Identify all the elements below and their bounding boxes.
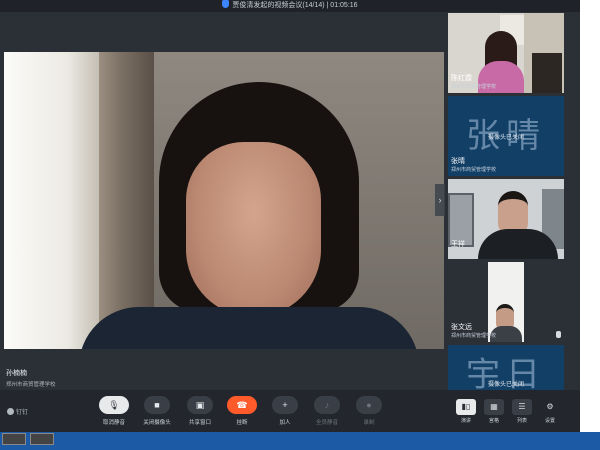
participant-name: 张文远 [451, 324, 472, 331]
participant-tile[interactable]: 宇日 摄像头已关闭 [448, 345, 564, 390]
speaker-tag: 孙楠楠 郑州市商贸管理学校 [6, 368, 56, 388]
next-page-arrow[interactable]: › [435, 184, 445, 216]
speaker-org: 郑州市商贸管理学校 [6, 382, 56, 388]
participant-tile[interactable]: 王祥 [448, 179, 564, 259]
meeting-window: 贾俊清发起的视频会议(14/14) | 01:05:16 › 孙楠楠 郑州市商贸… [0, 0, 580, 432]
list-layout-icon: ☰ [512, 399, 532, 415]
shield-icon [222, 0, 230, 8]
camera-off-status: 摄像头已关闭 [487, 135, 524, 141]
camera-off-button[interactable]: ■ 关闭摄像头 [137, 396, 177, 426]
hangup-icon: ☎ [227, 396, 257, 414]
participant-tile[interactable]: 陈红霞 郑州市商贸管理学校 [448, 13, 564, 93]
participant-org: 郑州市商贸管理学校 [451, 333, 497, 339]
layout-label: 设置 [544, 418, 555, 424]
mute-all-icon: ♪ [314, 396, 340, 414]
video-window-light [4, 52, 109, 349]
speaker-layout-icon: ▮▯ [456, 399, 476, 415]
title-bar: 贾俊清发起的视频会议(14/14) | 01:05:16 [0, 0, 580, 12]
grid-layout-button[interactable]: ▦ 宫格 [482, 399, 506, 424]
button-label: 共享窗口 [188, 420, 211, 426]
button-label: 录制 [363, 420, 375, 426]
speaker-name: 孙楠楠 [6, 370, 27, 377]
share-icon: ▣ [187, 396, 213, 414]
window-title: 贾俊清发起的视频会议(14/14) | 01:05:16 [232, 2, 358, 9]
button-label: 挂断 [236, 420, 248, 426]
participant-name: 王祥 [451, 241, 465, 248]
hangup-button[interactable]: ☎ 挂断 [222, 396, 262, 426]
os-taskbar [0, 432, 600, 450]
mute-all-button[interactable]: ♪ 全员静音 [307, 396, 347, 426]
add-person-icon: + [272, 396, 298, 414]
layout-label: 列表 [516, 418, 527, 424]
share-window-button[interactable]: ▣ 共享窗口 [180, 396, 220, 426]
grid-layout-icon: ▦ [484, 399, 504, 415]
meeting-toolbar: 钉钉 🎙 取消静音 ■ 关闭摄像头 ▣ 共享窗口 ☎ 挂断 + 加人 ♪ 全员静… [0, 390, 580, 432]
mic-icon: 🎙 [99, 396, 129, 414]
chair [532, 53, 562, 93]
button-label: 关闭摄像头 [143, 420, 171, 426]
speaker-layout-button[interactable]: ▮▯ 演讲 [454, 399, 478, 424]
brand-label: 钉钉 [16, 410, 29, 416]
settings-button[interactable]: ⚙ 设置 [538, 399, 562, 424]
camera-off-status: 摄像头已关闭 [487, 382, 524, 388]
participant-org: 郑州市商贸管理学校 [451, 84, 497, 90]
taskbar-thumbnail[interactable] [30, 433, 54, 445]
video-curtain [99, 52, 154, 349]
button-label: 全员静音 [315, 420, 338, 426]
mic-icon [556, 331, 561, 338]
participant-name: 陈红霞 [451, 75, 472, 82]
brand: 钉钉 [7, 407, 28, 416]
layout-label: 宫格 [488, 418, 499, 424]
main-video[interactable] [4, 52, 444, 349]
chevron-right-icon: › [438, 195, 442, 205]
button-label: 取消静音 [102, 420, 125, 426]
layout-label: 演讲 [460, 418, 471, 424]
speaker-face [186, 142, 321, 317]
participant-tile[interactable]: 张晴 摄像头已关闭 张晴 郑州市商贸管理学校 [448, 96, 564, 176]
button-label: 加人 [279, 420, 291, 426]
add-person-button[interactable]: + 加人 [265, 396, 305, 426]
taskbar-thumbnail[interactable] [2, 433, 26, 445]
settings-icon: ⚙ [546, 402, 554, 411]
list-layout-button[interactable]: ☰ 列表 [510, 399, 534, 424]
participant-tile[interactable]: 张文远 郑州市商贸管理学校 [448, 262, 564, 342]
record-icon: ● [356, 396, 382, 414]
unmute-button[interactable]: 🎙 取消静音 [94, 396, 134, 426]
participant-org: 郑州市商贸管理学校 [451, 167, 497, 173]
dingtalk-logo-icon [7, 408, 14, 415]
speaker-body [79, 307, 419, 349]
participant-name: 张晴 [451, 158, 465, 165]
record-button[interactable]: ● 录制 [349, 396, 389, 426]
desktop-background [580, 0, 600, 432]
camera-icon: ■ [144, 396, 170, 414]
